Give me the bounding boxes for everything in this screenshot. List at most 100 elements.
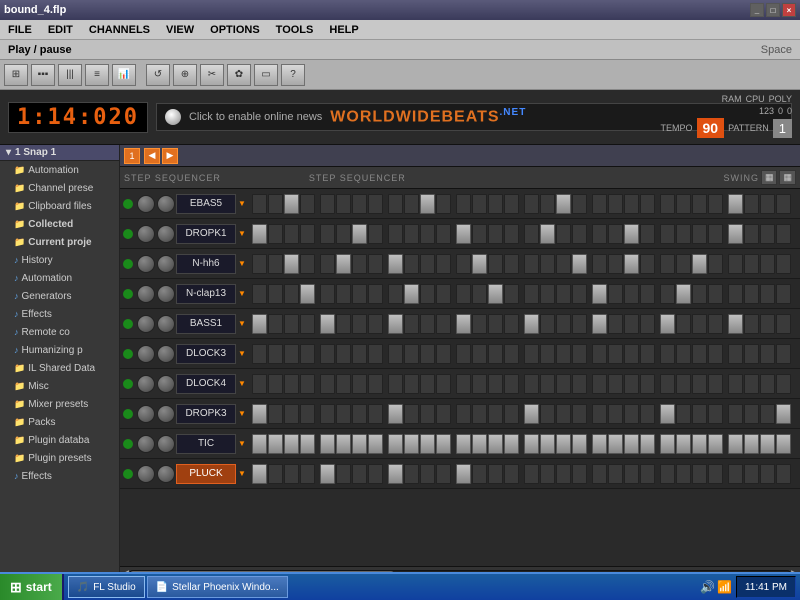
step-btn-6-9[interactable] <box>352 464 367 484</box>
step-btn-29-4[interactable] <box>744 314 759 334</box>
step-btn-12-8[interactable] <box>456 434 471 454</box>
step-btn-27-2[interactable] <box>708 254 723 274</box>
step-btn-30-0[interactable] <box>760 194 775 214</box>
step-btn-2-1[interactable] <box>284 224 299 244</box>
step-btn-29-8[interactable] <box>744 434 759 454</box>
step-btn-3-6[interactable] <box>300 374 315 394</box>
channel-arrow-2[interactable]: ▼ <box>238 259 246 268</box>
step-btn-5-4[interactable] <box>336 314 351 334</box>
step-btn-5-2[interactable] <box>336 254 351 274</box>
step-btn-10-5[interactable] <box>420 344 435 364</box>
step-btn-8-0[interactable] <box>388 194 403 214</box>
sidebar-item-mixer-presets[interactable]: 📁Mixer presets <box>0 395 119 413</box>
step-btn-24-2[interactable] <box>660 254 675 274</box>
step-btn-7-5[interactable] <box>368 344 383 364</box>
step-btn-15-0[interactable] <box>504 194 519 214</box>
step-btn-30-8[interactable] <box>760 434 775 454</box>
seq-ctrl-1[interactable]: ▦ <box>761 170 778 185</box>
step-btn-22-6[interactable] <box>624 374 639 394</box>
channel-knob-0-2[interactable] <box>137 255 155 273</box>
step-btn-20-0[interactable] <box>592 194 607 214</box>
channel-arrow-9[interactable]: ▼ <box>238 469 246 478</box>
step-btn-15-7[interactable] <box>504 404 519 424</box>
step-btn-19-9[interactable] <box>572 464 587 484</box>
step-btn-21-7[interactable] <box>608 404 623 424</box>
close-button[interactable]: × <box>782 3 796 17</box>
step-btn-0-1[interactable] <box>252 224 267 244</box>
step-btn-24-8[interactable] <box>660 434 675 454</box>
step-btn-1-4[interactable] <box>268 314 283 334</box>
step-btn-20-9[interactable] <box>592 464 607 484</box>
step-btn-23-6[interactable] <box>640 374 655 394</box>
step-btn-21-1[interactable] <box>608 224 623 244</box>
step-btn-0-2[interactable] <box>252 254 267 274</box>
step-btn-19-2[interactable] <box>572 254 587 274</box>
step-btn-13-2[interactable] <box>472 254 487 274</box>
step-btn-3-0[interactable] <box>300 194 315 214</box>
step-btn-10-0[interactable] <box>420 194 435 214</box>
step-btn-10-4[interactable] <box>420 314 435 334</box>
channel-led-7[interactable] <box>123 409 133 419</box>
step-btn-22-2[interactable] <box>624 254 639 274</box>
step-btn-22-5[interactable] <box>624 344 639 364</box>
step-btn-4-8[interactable] <box>320 434 335 454</box>
step-btn-18-2[interactable] <box>556 254 571 274</box>
step-btn-17-7[interactable] <box>540 404 555 424</box>
step-btn-7-9[interactable] <box>368 464 383 484</box>
channel-name-4[interactable]: BASS1 <box>176 314 236 334</box>
step-btn-2-6[interactable] <box>284 374 299 394</box>
step-btn-19-3[interactable] <box>572 284 587 304</box>
step-btn-20-4[interactable] <box>592 314 607 334</box>
step-btn-10-1[interactable] <box>420 224 435 244</box>
channel-name-5[interactable]: DLOCK3 <box>176 344 236 364</box>
step-btn-26-9[interactable] <box>692 464 707 484</box>
step-btn-30-7[interactable] <box>760 404 775 424</box>
menu-item-tools[interactable]: TOOLS <box>272 24 318 36</box>
step-btn-23-5[interactable] <box>640 344 655 364</box>
step-btn-15-6[interactable] <box>504 374 519 394</box>
step-btn-31-7[interactable] <box>776 404 791 424</box>
step-btn-2-3[interactable] <box>284 284 299 304</box>
step-btn-15-3[interactable] <box>504 284 519 304</box>
step-btn-0-7[interactable] <box>252 404 267 424</box>
step-btn-22-4[interactable] <box>624 314 639 334</box>
channel-arrow-6[interactable]: ▼ <box>238 379 246 388</box>
step-btn-11-8[interactable] <box>436 434 451 454</box>
snap-right-btn[interactable]: ▶ <box>162 148 178 164</box>
step-btn-31-4[interactable] <box>776 314 791 334</box>
step-btn-3-8[interactable] <box>300 434 315 454</box>
step-btn-7-2[interactable] <box>368 254 383 274</box>
step-btn-14-7[interactable] <box>488 404 503 424</box>
step-btn-7-1[interactable] <box>368 224 383 244</box>
step-btn-15-4[interactable] <box>504 314 519 334</box>
step-btn-4-4[interactable] <box>320 314 335 334</box>
step-btn-2-7[interactable] <box>284 404 299 424</box>
step-btn-27-3[interactable] <box>708 284 723 304</box>
step-btn-6-8[interactable] <box>352 434 367 454</box>
step-btn-23-4[interactable] <box>640 314 655 334</box>
channel-knob-1-7[interactable] <box>157 405 175 423</box>
step-btn-11-6[interactable] <box>436 374 451 394</box>
step-btn-27-6[interactable] <box>708 374 723 394</box>
toolbar-btn-2[interactable]: ||| <box>58 64 82 86</box>
step-btn-4-6[interactable] <box>320 374 335 394</box>
step-btn-13-4[interactable] <box>472 314 487 334</box>
step-btn-3-1[interactable] <box>300 224 315 244</box>
step-btn-1-6[interactable] <box>268 374 283 394</box>
step-btn-2-5[interactable] <box>284 344 299 364</box>
channel-knob-0-6[interactable] <box>137 375 155 393</box>
step-btn-2-9[interactable] <box>284 464 299 484</box>
step-btn-22-1[interactable] <box>624 224 639 244</box>
step-btn-21-3[interactable] <box>608 284 623 304</box>
step-btn-5-7[interactable] <box>336 404 351 424</box>
channel-led-3[interactable] <box>123 289 133 299</box>
step-btn-14-6[interactable] <box>488 374 503 394</box>
step-btn-8-9[interactable] <box>388 464 403 484</box>
step-btn-20-5[interactable] <box>592 344 607 364</box>
step-btn-11-4[interactable] <box>436 314 451 334</box>
step-btn-30-9[interactable] <box>760 464 775 484</box>
menu-item-view[interactable]: VIEW <box>162 24 198 36</box>
step-btn-10-8[interactable] <box>420 434 435 454</box>
channel-name-1[interactable]: DROPK1 <box>176 224 236 244</box>
step-btn-20-3[interactable] <box>592 284 607 304</box>
